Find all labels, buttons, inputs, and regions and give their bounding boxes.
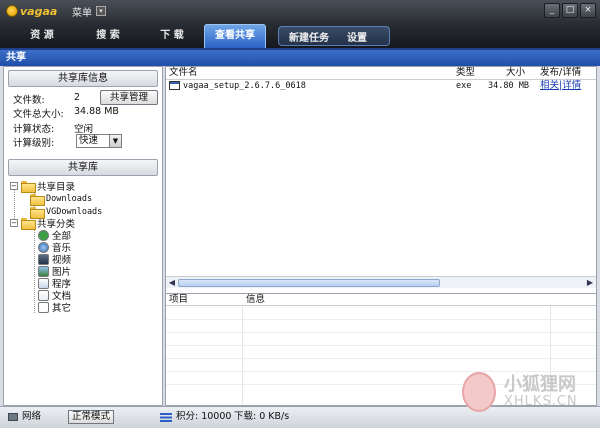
- other-icon: [38, 301, 49, 313]
- document-icon: [38, 289, 49, 301]
- grid-divider: [166, 358, 596, 359]
- maximize-button[interactable]: □: [562, 3, 578, 18]
- calc-level-label: 计算级别:: [13, 138, 55, 149]
- mode-button[interactable]: 正常模式: [68, 410, 114, 424]
- column-filename[interactable]: 文件名: [169, 67, 198, 79]
- detail-list-header: 项目 信息: [166, 293, 596, 306]
- scroll-left-icon[interactable]: ◀: [167, 278, 177, 288]
- calc-level-select[interactable]: 快速 ▼: [76, 134, 122, 148]
- tree-item-downloads[interactable]: Downloads: [30, 193, 93, 206]
- network-status: 网络: [22, 411, 42, 422]
- file-count-value: 2: [74, 92, 81, 103]
- tree-label: 共享目录: [37, 182, 76, 193]
- vagaa-logo-icon: [6, 5, 18, 17]
- watermark-text: 小狐狸网: [504, 374, 576, 395]
- table-row[interactable]: vagaa_setup_2.6.7.6_0618 exe 34.80 MB 相关…: [166, 80, 596, 93]
- tab-search[interactable]: 搜 索: [80, 28, 136, 44]
- column-info[interactable]: 信息: [246, 294, 265, 306]
- file-icon: [169, 81, 180, 90]
- all-icon: [38, 229, 49, 241]
- grid-divider: [166, 345, 596, 346]
- tab-download[interactable]: 下 载: [144, 28, 200, 44]
- main-nav: 资 源 搜 索 下 载 查看共享 新建任务 设置: [0, 22, 600, 50]
- scroll-right-icon[interactable]: ▶: [585, 278, 595, 288]
- close-button[interactable]: ×: [580, 3, 596, 18]
- calc-status-value: 空闲: [74, 124, 94, 135]
- collapse-icon[interactable]: −: [10, 182, 18, 190]
- logo-text: vagaa: [20, 4, 58, 18]
- calc-status-label: 计算状态:: [13, 124, 55, 135]
- column-detail[interactable]: 发布/详情: [540, 67, 581, 79]
- nav-actions-group: 新建任务 设置: [278, 26, 390, 46]
- menu-dropdown-icon[interactable]: ▾: [96, 6, 106, 16]
- fox-logo-icon: [462, 372, 496, 412]
- file-list-header: 文件名 类型 大小 发布/详情: [166, 67, 596, 80]
- file-list-panel: 文件名 类型 大小 发布/详情 vagaa_setup_2.6.7.6_0618…: [165, 66, 597, 406]
- new-task-button[interactable]: 新建任务: [289, 29, 329, 44]
- file-name: vagaa_setup_2.6.7.6_0618: [183, 81, 306, 91]
- title-bar: vagaa 菜单 ▾ _ □ ×: [0, 0, 600, 22]
- network-icon: [8, 413, 18, 421]
- tab-view-share[interactable]: 查看共享: [204, 24, 266, 48]
- total-size-label: 文件总大小:: [13, 109, 64, 120]
- main-menu[interactable]: 菜单: [72, 4, 92, 19]
- share-library-info-header[interactable]: 共享库信息: [8, 70, 158, 87]
- horizontal-scrollbar[interactable]: ◀ ▶: [166, 276, 596, 288]
- watermark: 小狐狸网 XHLKS.CN: [456, 368, 596, 420]
- share-manage-button[interactable]: 共享管理: [100, 90, 158, 105]
- grid-divider: [166, 319, 596, 320]
- section-title: 共享: [0, 50, 600, 66]
- chevron-down-icon[interactable]: ▼: [109, 135, 121, 147]
- folder-icon: [30, 194, 45, 206]
- folder-icon: [21, 181, 36, 193]
- app-logo: vagaa: [6, 3, 60, 19]
- tab-resources[interactable]: 资 源: [14, 28, 70, 44]
- left-panel: 共享库信息 文件数: 2 共享管理 文件总大小: 34.88 MB 计算状态: …: [3, 66, 163, 406]
- tree-label: 其它: [52, 303, 72, 314]
- video-icon: [38, 253, 49, 265]
- file-size: 34.80 MB: [488, 81, 529, 91]
- settings-button[interactable]: 设置: [347, 29, 367, 44]
- program-icon: [38, 277, 49, 289]
- column-size[interactable]: 大小: [506, 67, 525, 79]
- calc-level-value: 快速: [79, 135, 99, 146]
- watermark-subtext: XHLKS.CN: [504, 394, 578, 409]
- grid-divider: [166, 332, 596, 333]
- grid-divider: [242, 306, 243, 405]
- window-controls: _ □ ×: [544, 3, 596, 18]
- folder-icon: [21, 218, 36, 230]
- column-type[interactable]: 类型: [456, 67, 475, 79]
- points-value: 积分: 10000: [176, 411, 232, 422]
- tree-label: Downloads: [46, 194, 93, 204]
- file-detail-link[interactable]: 相关|详情: [540, 80, 581, 92]
- scroll-thumb[interactable]: [178, 279, 440, 287]
- tree-item-share-dir[interactable]: − 共享目录: [10, 180, 76, 193]
- total-size-value: 34.88 MB: [74, 106, 119, 117]
- image-icon: [38, 265, 49, 277]
- minimize-button[interactable]: _: [544, 3, 560, 18]
- collapse-icon[interactable]: −: [10, 219, 18, 227]
- download-speed: 下载: 0 KB/s: [234, 411, 290, 422]
- file-type: exe: [456, 81, 472, 91]
- column-item[interactable]: 项目: [169, 294, 188, 306]
- file-count-label: 文件数:: [13, 95, 45, 106]
- music-icon: [38, 241, 49, 253]
- share-library-header[interactable]: 共享库: [8, 159, 158, 176]
- tree-guide: [34, 229, 35, 313]
- tree-item-other[interactable]: 其它: [38, 301, 72, 314]
- list-icon: [160, 413, 172, 422]
